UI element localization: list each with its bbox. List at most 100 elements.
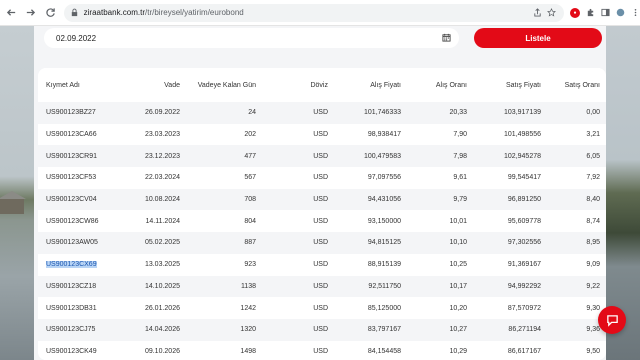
- cell-currency: USD: [262, 145, 334, 168]
- cell-sell-price: 99,545417: [473, 167, 547, 189]
- table-row: US900123CF53 22.03.2024 567 USD 97,097556 9,6…: [38, 167, 606, 189]
- table-row: US900123CW86 14.11.2024 804 USD 93,150000 10,…: [38, 210, 606, 233]
- cell-sell-price: 97,302556: [473, 232, 547, 254]
- share-icon[interactable]: [532, 8, 542, 18]
- address-bar[interactable]: ziraatbank.com.tr /tr/bireysel/yatirim/e…: [63, 3, 565, 22]
- background-scenery-left: [0, 26, 34, 360]
- table-row: US900123CX69 13.03.2025 923 USD 88,915139 10,…: [38, 253, 606, 276]
- cell-buy-price: 94,815125: [334, 232, 407, 254]
- cell-buy-price: 88,915139: [334, 253, 407, 276]
- table-header-row: Kıymet Adı Vade Vadeye Kalan Gün Döviz A…: [38, 68, 606, 102]
- header-maturity: Vade: [116, 68, 186, 102]
- cell-buy-price: 94,431056: [334, 188, 407, 211]
- cell-buy-rate: 7,90: [407, 123, 473, 146]
- back-icon[interactable]: [4, 5, 19, 21]
- cell-maturity: 10.08.2024: [116, 188, 186, 211]
- cell-security-name: US900123CF53: [38, 167, 116, 189]
- cell-currency: USD: [262, 210, 334, 233]
- url-path: /tr/bireysel/yatirim/eurobond: [145, 8, 244, 17]
- cell-days-to-maturity: 1320: [186, 318, 262, 341]
- profile-icon[interactable]: [615, 8, 625, 18]
- cell-days-to-maturity: 708: [186, 188, 262, 211]
- cell-days-to-maturity: 477: [186, 145, 262, 168]
- cell-security-name: US900123CJ75: [38, 318, 116, 341]
- cell-buy-price: 92,511750: [334, 275, 407, 298]
- cell-security-name: US900123CV04: [38, 188, 116, 211]
- puzzle-icon[interactable]: [585, 8, 595, 18]
- cell-days-to-maturity: 202: [186, 123, 262, 146]
- table-row: US900123CZ18 14.10.2025 1138 USD 92,511750 10…: [38, 275, 606, 298]
- cabin-image: [0, 191, 26, 214]
- cell-sell-price: 101,498556: [473, 123, 547, 146]
- menu-icon[interactable]: [630, 8, 640, 18]
- cell-security-name: US900123BZ27: [38, 102, 116, 124]
- cell-currency: USD: [262, 253, 334, 276]
- table-row: US900123CV04 10.08.2024 708 USD 94,431056 9,7…: [38, 188, 606, 211]
- header-buy-price: Alış Fiyatı: [334, 68, 407, 102]
- browser-toolbar: ziraatbank.com.tr /tr/bireysel/yatirim/e…: [0, 0, 640, 26]
- cell-currency: USD: [262, 188, 334, 211]
- cell-buy-price: 98,938417: [334, 123, 407, 146]
- cell-security-name: US900123CA66: [38, 123, 116, 146]
- cell-maturity: 14.10.2025: [116, 275, 186, 298]
- cell-buy-price: 83,797167: [334, 318, 407, 341]
- cell-currency: USD: [262, 232, 334, 254]
- cell-sell-rate: 9,09: [547, 253, 606, 276]
- cell-sell-rate: 0,00: [547, 102, 606, 124]
- cell-currency: USD: [262, 340, 334, 360]
- cell-sell-price: 94,992292: [473, 275, 547, 298]
- cell-sell-rate: 6,05: [547, 145, 606, 168]
- cell-buy-rate: 10,27: [407, 318, 473, 341]
- cell-security-name: US900123CX69: [38, 253, 116, 276]
- cell-sell-price: 86,271194: [473, 318, 547, 341]
- cell-buy-rate: 10,01: [407, 210, 473, 233]
- cell-buy-price: 97,097556: [334, 167, 407, 189]
- cell-maturity: 09.10.2026: [116, 340, 186, 360]
- cell-days-to-maturity: 1498: [186, 340, 262, 360]
- reload-icon[interactable]: [42, 5, 57, 21]
- cell-security-name: US900123DB31: [38, 297, 116, 319]
- header-days-to-maturity: Vadeye Kalan Gün: [186, 68, 262, 102]
- selected-text: US900123CX69: [46, 261, 97, 269]
- cell-buy-rate: 9,61: [407, 167, 473, 189]
- cell-days-to-maturity: 1242: [186, 297, 262, 319]
- cell-security-name: US900123AW05: [38, 232, 116, 254]
- cell-sell-rate: 8,40: [547, 188, 606, 211]
- cell-currency: USD: [262, 123, 334, 146]
- cell-maturity: 26.01.2026: [116, 297, 186, 319]
- cell-buy-rate: 7,98: [407, 145, 473, 168]
- chat-button[interactable]: [598, 306, 626, 334]
- header-buy-rate: Alış Oranı: [407, 68, 473, 102]
- list-button[interactable]: Listele: [474, 28, 602, 48]
- table-row: US900123CR91 23.12.2023 477 USD 100,479583 7,…: [38, 145, 606, 168]
- lock-icon: [70, 8, 79, 17]
- sidebar-icon[interactable]: [600, 8, 610, 18]
- date-value: 02.09.2022: [56, 33, 97, 43]
- extension-icon[interactable]: ●: [570, 7, 581, 18]
- cell-days-to-maturity: 1138: [186, 275, 262, 298]
- cell-sell-price: 87,570972: [473, 297, 547, 319]
- cell-buy-price: 100,479583: [334, 145, 407, 168]
- cell-buy-rate: 10,20: [407, 297, 473, 319]
- cell-security-name: US900123CR91: [38, 145, 116, 168]
- header-sell-rate: Satış Oranı: [547, 68, 606, 102]
- cell-sell-rate: 9,36: [547, 318, 606, 341]
- cell-days-to-maturity: 567: [186, 167, 262, 189]
- cell-maturity: 14.04.2026: [116, 318, 186, 341]
- cell-currency: USD: [262, 167, 334, 189]
- header-currency: Döviz: [262, 68, 334, 102]
- url-host: ziraatbank.com.tr: [83, 8, 146, 17]
- cell-sell-rate: 7,92: [547, 167, 606, 189]
- cell-buy-rate: 10,29: [407, 340, 473, 360]
- cell-buy-rate: 10,25: [407, 253, 473, 276]
- cell-buy-rate: 9,79: [407, 188, 473, 211]
- cell-maturity: 23.03.2023: [116, 123, 186, 146]
- cell-maturity: 05.02.2025: [116, 232, 186, 254]
- cell-sell-price: 102,945278: [473, 145, 547, 168]
- star-icon[interactable]: [546, 8, 556, 18]
- forward-icon[interactable]: [23, 5, 38, 21]
- cell-sell-price: 103,917139: [473, 102, 547, 124]
- cell-security-name: US900123CK49: [38, 340, 116, 360]
- calendar-icon[interactable]: [442, 33, 451, 42]
- date-input[interactable]: 02.09.2022: [44, 28, 459, 48]
